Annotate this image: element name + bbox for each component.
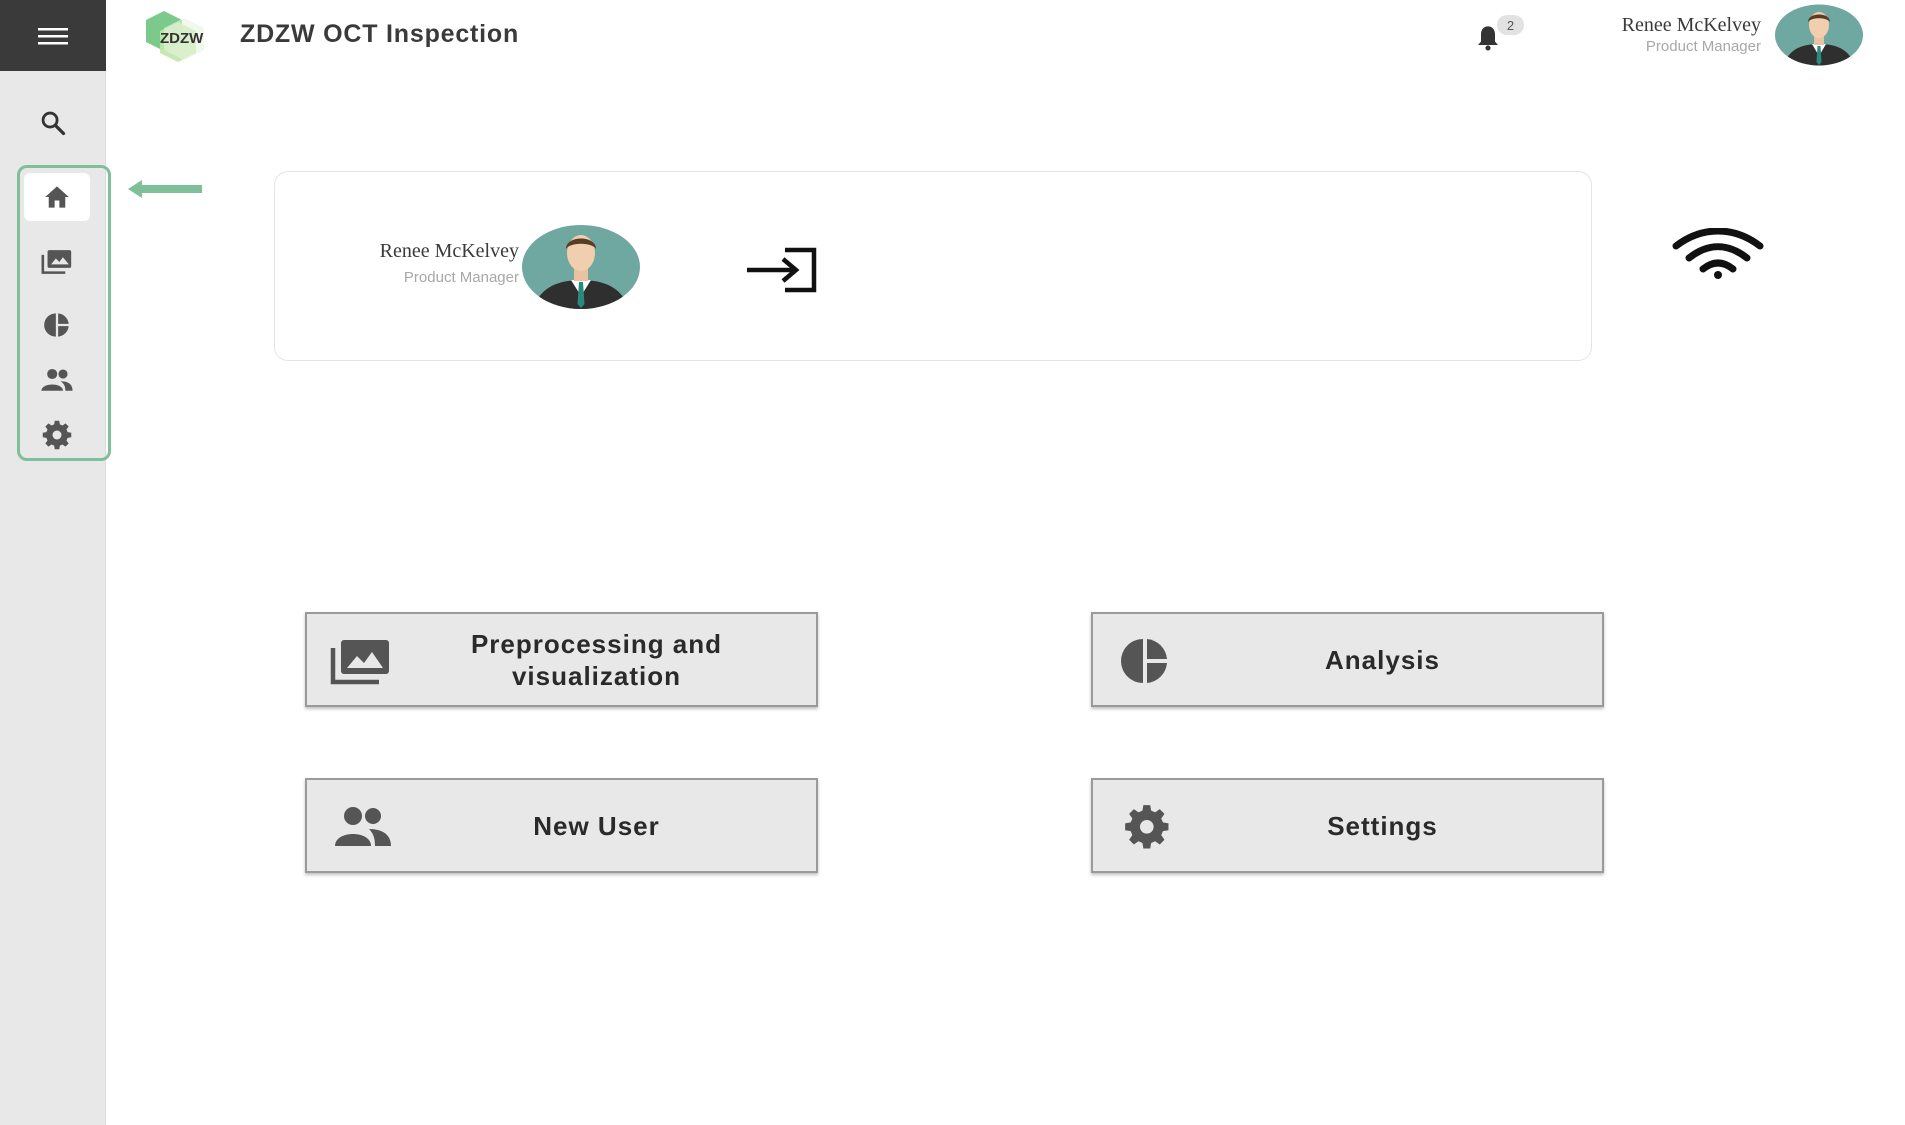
new-user-label: New User (533, 810, 660, 841)
menu-button[interactable] (0, 0, 106, 71)
pie-chart-icon (1121, 639, 1167, 683)
profile-card: Renee McKelvey Product Manager (274, 171, 1592, 361)
settings-label: Settings (1327, 810, 1438, 841)
analysis-label: Analysis (1325, 644, 1440, 675)
sidebar-item-analysis[interactable] (24, 301, 90, 349)
photo-library-icon (330, 640, 389, 685)
sidebar-item-settings[interactable] (24, 411, 90, 459)
home-icon (45, 186, 69, 208)
hamburger-icon (38, 27, 68, 44)
search-button[interactable] (30, 100, 76, 146)
users-icon (335, 807, 391, 846)
profile-avatar (522, 225, 640, 309)
settings-button[interactable]: Settings (1091, 778, 1604, 873)
gear-icon (1125, 805, 1169, 849)
login-icon[interactable] (743, 246, 819, 294)
sidebar-item-users[interactable] (24, 356, 90, 404)
sidebar (0, 0, 111, 1125)
preprocessing-label: Preprocessing and visualization (470, 628, 723, 691)
notification-badge: 2 (1497, 15, 1524, 35)
card-user-name: Renee McKelvey (379, 240, 519, 262)
gear-icon (42, 420, 72, 450)
sidebar-item-preprocessing[interactable] (24, 238, 90, 286)
new-user-button[interactable]: New User (305, 778, 818, 873)
pointer-arrow-icon (128, 180, 202, 198)
pie-chart-icon (44, 313, 69, 337)
avatar[interactable] (1774, 4, 1864, 66)
app-title: ZDZW OCT Inspection (240, 20, 520, 48)
users-icon (41, 368, 73, 391)
wifi-icon (1672, 228, 1764, 279)
search-icon (41, 111, 66, 136)
header-user-role: Product Manager (1645, 38, 1761, 55)
analysis-button[interactable]: Analysis (1091, 612, 1604, 707)
card-user-role: Product Manager (403, 269, 519, 286)
header-user-name: Renee McKelvey (1621, 14, 1761, 36)
sidebar-item-home[interactable] (24, 173, 90, 221)
header-user-info[interactable]: Renee McKelvey Product Manager (1622, 14, 1761, 55)
logo: ZDZW (146, 11, 204, 62)
photo-library-icon (41, 250, 72, 274)
card-user-info: Renee McKelvey Product Manager (339, 240, 519, 286)
preprocessing-button[interactable]: Preprocessing and visualization (305, 612, 818, 707)
svg-text:ZDZW: ZDZW (160, 30, 204, 47)
sidebar-nav (17, 165, 111, 461)
